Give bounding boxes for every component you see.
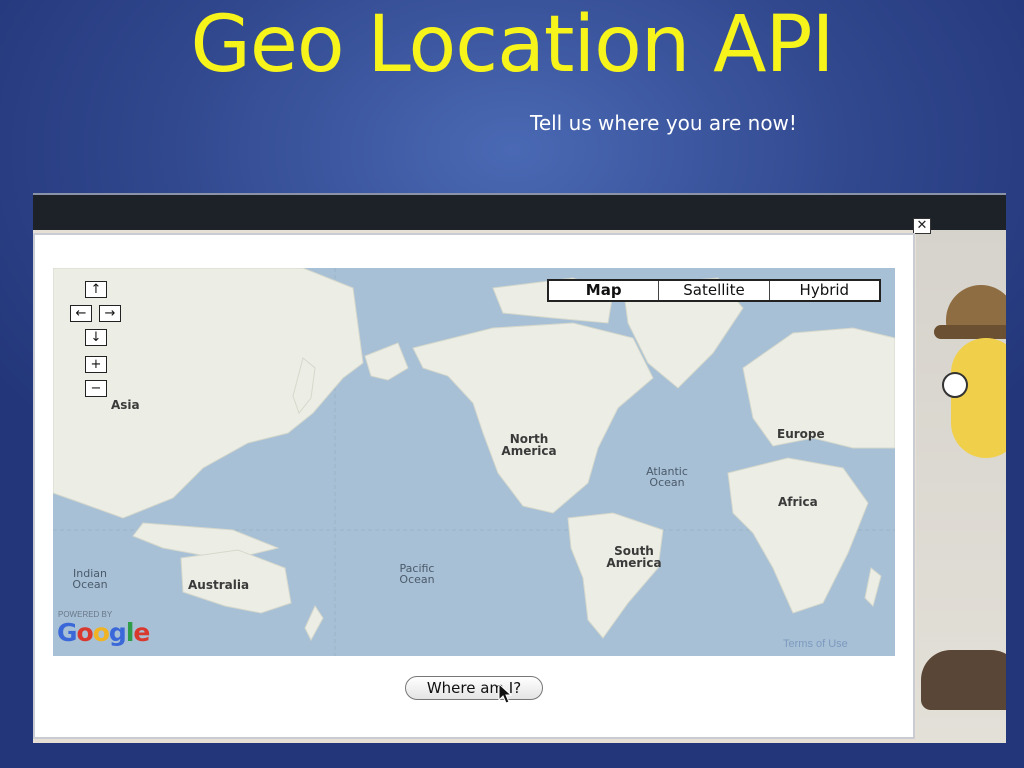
land-new-zealand [304,604,324,642]
slide-title: Geo Location API [190,0,834,90]
zoom-out-button[interactable]: − [85,380,107,397]
google-logo[interactable]: Google [57,618,150,647]
map-type-hybrid-button[interactable]: Hybrid [768,281,879,300]
pan-right-button[interactable]: → [99,305,121,322]
label-south-america: South America [606,544,662,570]
label-africa: Africa [778,495,818,509]
mouse-cursor-icon [498,683,513,704]
label-pacific-ocean: Pacific Ocean [399,562,435,586]
embedded-screenshot: ✕ Asia North America Europe Africa South… [33,193,1006,743]
pan-down-button[interactable]: ↓ [85,329,107,346]
pan-left-button[interactable]: ← [70,305,92,322]
close-icon[interactable]: ✕ [913,218,931,234]
map-type-map-button[interactable]: Map [549,281,658,300]
map-dialog: Asia North America Europe Africa South A… [33,233,915,739]
map-type-satellite-button[interactable]: Satellite [658,281,768,300]
label-atlantic-ocean: Atlantic Ocean [646,465,688,489]
land-alaska [364,342,409,381]
character-face [951,338,1006,458]
character-illustration [916,230,1006,743]
character-boot [921,650,1006,710]
hat-brim-shape [934,325,1006,339]
label-north-america: North America [501,432,557,458]
terms-of-use-link[interactable]: Terms of Use [783,638,848,650]
slide-subtitle: Tell us where you are now! [530,111,797,135]
pan-up-button[interactable]: ↑ [85,281,107,298]
label-australia: Australia [188,578,250,592]
world-map[interactable]: Asia North America Europe Africa South A… [53,268,895,656]
label-indian-ocean: Indian Ocean [72,567,108,591]
label-asia: Asia [111,398,140,412]
label-europe: Europe [777,427,825,441]
window-top-bar [33,195,1006,230]
land-madagascar [864,567,882,607]
zoom-in-button[interactable]: + [85,356,107,373]
land-south-america [567,512,664,639]
where-am-i-button[interactable]: Where am I? [405,676,543,700]
character-eye [942,372,968,398]
land-africa [727,457,869,614]
map-background [53,268,895,656]
map-type-selector: Map Satellite Hybrid [547,279,881,302]
land-north-america [412,322,654,514]
